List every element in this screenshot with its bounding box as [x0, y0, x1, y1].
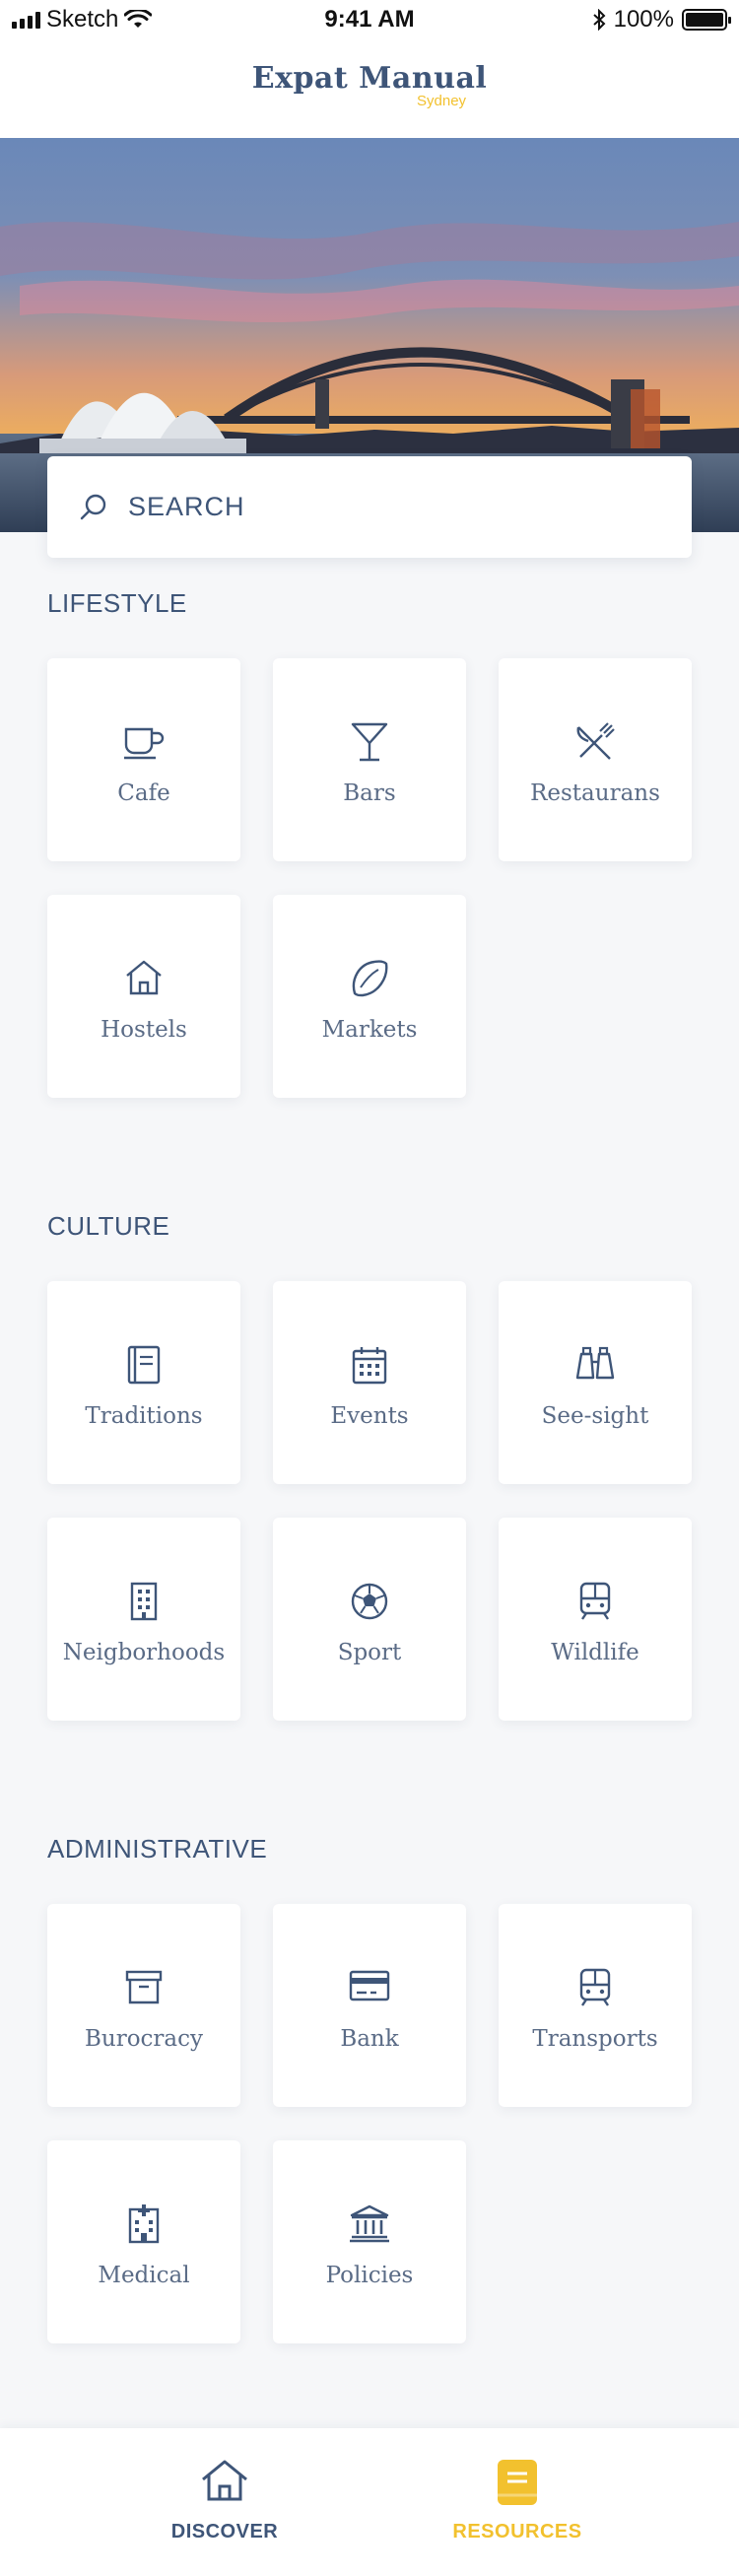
category-label: Hostels — [101, 1017, 187, 1043]
section-title-administrative: ADMINISTRATIVE — [47, 1834, 268, 1864]
category-label: See-sight — [541, 1403, 649, 1429]
category-label: Wildlife — [551, 1640, 639, 1665]
category-card-transports[interactable]: Transports — [499, 1904, 692, 2107]
tab-resources-label: RESOURCES — [452, 2521, 582, 2542]
government-building-icon — [350, 2204, 389, 2243]
app-header: Expat Manual Sydney — [0, 39, 739, 138]
credit-card-icon — [349, 1970, 390, 2001]
section-title-lifestyle: LIFESTYLE — [47, 588, 187, 618]
category-card-traditions[interactable]: Traditions — [47, 1281, 240, 1484]
book-icon — [498, 2460, 537, 2505]
building-icon — [130, 1582, 158, 1621]
category-label: Bank — [340, 2026, 399, 2052]
calendar-icon — [352, 1347, 387, 1385]
category-card-sport[interactable]: Sport — [273, 1518, 466, 1721]
tab-discover-label: DISCOVER — [170, 2521, 279, 2542]
fork-knife-icon — [576, 722, 615, 760]
category-label: Policies — [325, 2263, 414, 2288]
category-card-policies[interactable]: Policies — [273, 2140, 466, 2343]
category-card-restaurans[interactable]: Restaurans — [499, 658, 692, 861]
soccer-ball-icon — [351, 1583, 388, 1620]
category-card-hostels[interactable]: Hostels — [47, 895, 240, 1098]
category-card-markets[interactable]: Markets — [273, 895, 466, 1098]
coffee-cup-icon — [124, 727, 165, 760]
category-label: Burocracy — [84, 2026, 204, 2052]
category-label: Events — [330, 1403, 409, 1429]
category-label: Transports — [532, 2026, 658, 2052]
category-label: Medical — [98, 2263, 190, 2288]
section-title-culture: CULTURE — [47, 1211, 170, 1241]
book-icon — [127, 1345, 161, 1385]
category-card-wildlife[interactable]: Wildlife — [499, 1518, 692, 1721]
category-label: Sport — [337, 1640, 402, 1665]
category-card-burocracy[interactable]: Burocracy — [47, 1904, 240, 2107]
search-bar[interactable]: SEARCH — [47, 456, 692, 558]
battery-icon — [682, 9, 731, 31]
archive-box-icon — [125, 1970, 163, 2004]
house-icon — [202, 2460, 247, 2501]
app-title: Expat Manual — [251, 61, 488, 96]
city-label: Sydney — [417, 93, 467, 109]
category-card-neigborhoods[interactable]: Neigborhoods — [47, 1518, 240, 1721]
bluetooth-icon — [592, 9, 606, 31]
train-icon — [579, 1582, 611, 1620]
binoculars-icon — [575, 1346, 615, 1380]
battery-percent: 100% — [613, 6, 674, 33]
category-card-events[interactable]: Events — [273, 1281, 466, 1484]
house-icon — [126, 960, 162, 995]
bottom-tab-bar: DISCOVER RESOURCES — [0, 2428, 739, 2576]
hospital-icon — [128, 2204, 160, 2244]
tab-discover[interactable]: DISCOVER — [77, 2428, 372, 2576]
category-card-cafe[interactable]: Cafe — [47, 658, 240, 861]
train-icon — [579, 1968, 611, 2006]
category-label: Bars — [343, 780, 396, 806]
category-label: Markets — [321, 1017, 418, 1043]
category-label: Restaurans — [530, 780, 660, 806]
cocktail-glass-icon — [351, 722, 388, 762]
lemon-icon — [352, 960, 388, 997]
category-label: Neigborhoods — [62, 1640, 226, 1665]
search-label: SEARCH — [128, 492, 245, 521]
category-card-medical[interactable]: Medical — [47, 2140, 240, 2343]
category-card-see-sight[interactable]: See-sight — [499, 1281, 692, 1484]
category-card-bars[interactable]: Bars — [273, 658, 466, 861]
category-card-bank[interactable]: Bank — [273, 1904, 466, 2107]
tab-resources[interactable]: RESOURCES — [370, 2428, 665, 2576]
status-right: 100% — [592, 6, 731, 34]
category-label: Cafe — [117, 780, 170, 806]
status-bar: Sketch 9:41 AM 100% — [0, 0, 739, 39]
search-icon — [80, 494, 106, 519]
category-label: Traditions — [85, 1403, 203, 1429]
